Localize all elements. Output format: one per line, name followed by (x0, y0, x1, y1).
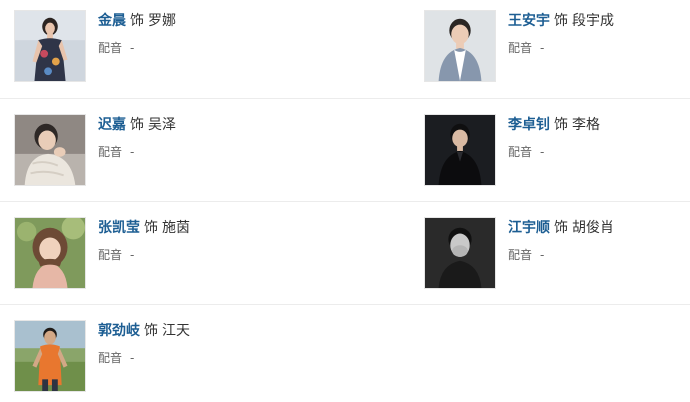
actor-name-link[interactable]: 郭劲岐 (98, 323, 140, 339)
actor-photo[interactable] (424, 217, 496, 289)
cast-card: 迟嘉饰吴泽 配音 - (14, 114, 334, 188)
cast-card: 张凯莹饰施茵 配音 - (14, 217, 334, 291)
dubbing-value: - (130, 248, 135, 262)
actor-name-link[interactable]: 江宇顺 (508, 220, 550, 236)
dubbing-value: - (540, 145, 545, 159)
row-divider (0, 304, 690, 305)
role-verb: 饰 (144, 323, 158, 339)
role-verb: 饰 (554, 220, 568, 236)
actor-photo[interactable] (424, 10, 496, 82)
dubbing-label: 配音 (98, 41, 123, 55)
role-name: 段宇成 (572, 13, 614, 29)
actor-portrait-white-sweater-icon (15, 115, 85, 185)
cast-name-line: 张凯莹饰施茵 (98, 219, 190, 237)
dubbing-label: 配音 (508, 248, 533, 262)
dubbing-label: 配音 (98, 351, 123, 365)
actor-name-link[interactable]: 迟嘉 (98, 117, 126, 133)
cast-card: 郭劲岐饰江天 配音 - (14, 320, 334, 394)
cast-name-line: 王安宇饰段宇成 (508, 12, 614, 30)
row-divider (0, 201, 690, 202)
cast-card: 李卓钊饰李格 配音 - (424, 114, 690, 188)
cast-card: 金晨饰罗娜 配音 - (14, 10, 334, 84)
dubbing-value: - (130, 41, 135, 55)
actor-photo[interactable] (14, 217, 86, 289)
actor-name-link[interactable]: 李卓钊 (508, 117, 550, 133)
dubbing-value: - (130, 145, 135, 159)
actor-photo[interactable] (14, 10, 86, 82)
actor-photo[interactable] (14, 114, 86, 186)
role-name: 吴泽 (148, 117, 176, 133)
actor-portrait-dark-suit-icon (425, 115, 495, 185)
dubbing-line: 配音 - (98, 40, 134, 56)
role-verb: 饰 (130, 117, 144, 133)
role-verb: 饰 (144, 220, 158, 236)
actor-photo[interactable] (424, 114, 496, 186)
role-name: 江天 (162, 323, 190, 339)
actress-portrait-dress-icon (15, 11, 85, 81)
role-verb: 饰 (554, 117, 568, 133)
dubbing-line: 配音 - (508, 144, 544, 160)
dubbing-label: 配音 (508, 41, 533, 55)
cast-list: 金晨饰罗娜 配音 - 王安宇饰段宇成 配音 - 迟嘉 饰 吴泽 配音 - 李卓钊… (0, 0, 690, 402)
dubbing-label: 配音 (508, 145, 533, 159)
actor-photo[interactable] (14, 320, 86, 392)
actor-name-link[interactable]: 金晨 (98, 13, 126, 29)
actor-name-link[interactable]: 张凯莹 (98, 220, 140, 236)
actor-name-link[interactable]: 王安宇 (508, 13, 550, 29)
role-verb: 饰 (554, 13, 568, 29)
cast-name-line: 郭劲岐饰江天 (98, 322, 190, 340)
dubbing-label: 配音 (98, 145, 123, 159)
actress-portrait-outdoor-icon (15, 218, 85, 288)
actor-portrait-grey-jacket-icon (425, 11, 495, 81)
dubbing-line: 配音 - (98, 144, 134, 160)
cast-card: 王安宇饰段宇成 配音 - (424, 10, 690, 84)
dubbing-line: 配音 - (508, 247, 544, 263)
dubbing-value: - (540, 41, 545, 55)
role-name: 胡俊肖 (572, 220, 614, 236)
dubbing-line: 配音 - (98, 247, 134, 263)
role-name: 罗娜 (148, 13, 176, 29)
dubbing-value: - (130, 351, 135, 365)
cast-name-line: 李卓钊饰李格 (508, 116, 600, 134)
cast-name-line: 金晨饰罗娜 (98, 12, 176, 30)
cast-name-line: 迟嘉饰吴泽 (98, 116, 176, 134)
role-name: 李格 (572, 117, 600, 133)
role-verb: 饰 (130, 13, 144, 29)
cast-name-line: 江宇顺饰胡俊肖 (508, 219, 614, 237)
cast-card: 江宇顺饰胡俊肖 配音 - (424, 217, 690, 291)
actor-portrait-orange-jersey-icon (15, 321, 85, 391)
row-divider (0, 98, 690, 99)
dubbing-line: 配音 - (508, 40, 544, 56)
dubbing-value: - (540, 248, 545, 262)
dubbing-label: 配音 (98, 248, 123, 262)
role-name: 施茵 (162, 220, 190, 236)
actor-portrait-bw-icon (425, 218, 495, 288)
dubbing-line: 配音 - (98, 350, 134, 366)
